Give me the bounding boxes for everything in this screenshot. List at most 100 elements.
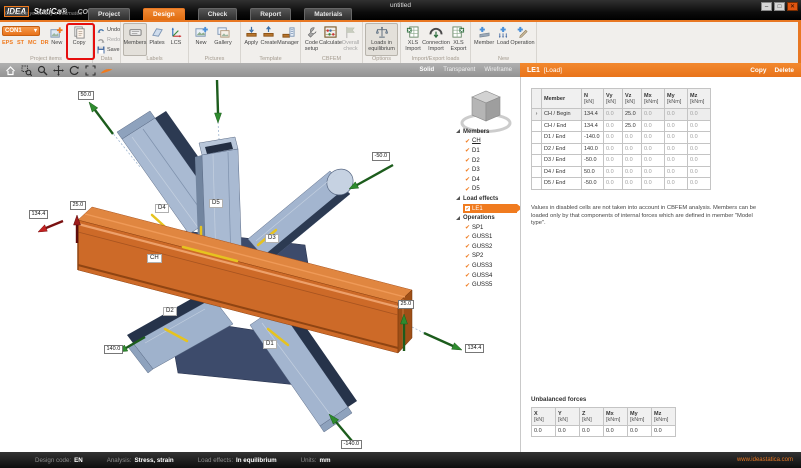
- tree-header-operations[interactable]: Operations: [456, 213, 520, 223]
- labels-lcs-button[interactable]: LCS: [167, 23, 185, 56]
- website-link[interactable]: www.ideastatica.com: [737, 457, 793, 463]
- xls-import-button[interactable]: XLS Import: [403, 23, 423, 56]
- template-manager-button[interactable]: Manager: [278, 23, 298, 56]
- tab-report[interactable]: Report: [250, 8, 291, 20]
- new-member-button[interactable]: Member: [473, 23, 495, 56]
- check-icon[interactable]: ✔: [465, 186, 470, 193]
- tree-item-guss4[interactable]: ✔GUSS4: [456, 271, 520, 281]
- tree-item-guss1[interactable]: ✔GUSS1: [456, 232, 520, 242]
- picture-new-button[interactable]: New: [191, 23, 211, 56]
- view-mode-wireframe[interactable]: Wireframe: [484, 67, 512, 73]
- maximize-button[interactable]: □: [774, 2, 785, 11]
- group-cbfem: Code setup Calculate Overall check CBFEM: [301, 22, 363, 63]
- check-icon[interactable]: ✔: [465, 243, 470, 250]
- tab-design[interactable]: Design: [143, 8, 185, 20]
- table-row[interactable]: D3 / End-50.0 0.00.0 0.00.0 0.0: [532, 155, 711, 167]
- picture-gallery-button[interactable]: Gallery: [211, 23, 235, 56]
- tree-item-d3[interactable]: ✔D3: [456, 165, 520, 175]
- tree-item-ch[interactable]: ✔CH: [456, 137, 520, 147]
- connection-import-button[interactable]: Connection Import: [423, 23, 449, 56]
- new-operation-button[interactable]: Operation: [511, 23, 534, 56]
- tree-item-guss2[interactable]: ✔GUSS2: [456, 242, 520, 252]
- render-paint-button[interactable]: [100, 64, 113, 76]
- template-create-button[interactable]: Create: [259, 23, 278, 56]
- check-icon[interactable]: ✔: [465, 157, 470, 164]
- copy-item-button[interactable]: Copy: [68, 23, 90, 56]
- tree-item-sp2[interactable]: ✔SP2: [456, 252, 520, 262]
- table-row[interactable]: › CH / Begin134.4 0.025.0 0.00.0 0.0: [532, 109, 711, 121]
- mode-st[interactable]: ST: [17, 40, 24, 46]
- view-mode-transparent[interactable]: Transparent: [443, 67, 475, 73]
- 3d-viewport[interactable]: D4 D5 D3 CH D2 D1 50.0 -50.0 134.4 25.0 …: [0, 77, 520, 452]
- xls-export-button[interactable]: XLS Export: [449, 23, 468, 56]
- member-label-d4[interactable]: D4: [155, 204, 169, 213]
- check-icon[interactable]: ✔: [465, 282, 470, 289]
- check-icon[interactable]: ✔: [465, 272, 470, 279]
- check-icon[interactable]: ✔: [465, 167, 470, 174]
- table-row[interactable]: D2 / End140.0 0.00.0 0.00.0 0.0: [532, 143, 711, 155]
- check-icon[interactable]: ✔: [465, 176, 470, 183]
- save-button[interactable]: Save: [95, 45, 122, 55]
- redo-button[interactable]: Redo: [95, 35, 122, 45]
- table-row[interactable]: CH / End134.4 0.025.0 0.00.0 0.0: [532, 120, 711, 132]
- tab-check[interactable]: Check: [198, 8, 238, 20]
- checkbox-icon[interactable]: ✔: [465, 206, 470, 211]
- tree-item-d2[interactable]: ✔D2: [456, 156, 520, 166]
- panel-copy-button[interactable]: Copy: [750, 67, 766, 74]
- mode-eps[interactable]: EPS: [2, 40, 13, 46]
- load-value-d3: -50.0: [372, 152, 390, 161]
- member-label-d3[interactable]: D3: [265, 234, 279, 243]
- tree-item-guss3[interactable]: ✔GUSS3: [456, 261, 520, 271]
- tree-header-members[interactable]: Members: [456, 127, 520, 137]
- tab-project[interactable]: Project: [88, 8, 130, 20]
- labels-plates-button[interactable]: Plates: [147, 23, 167, 56]
- tree-item-d5[interactable]: ✔D5: [456, 185, 520, 195]
- zoom-button[interactable]: [36, 64, 49, 76]
- 3d-model-scene[interactable]: [0, 77, 520, 452]
- table-row[interactable]: D5 / End-50.0 0.00.0 0.00.0 0.0: [532, 178, 711, 190]
- member-label-ch[interactable]: CH: [147, 254, 162, 263]
- connection-item-selector[interactable]: CON1 ▾: [2, 26, 40, 36]
- calculate-button[interactable]: Calculate: [320, 23, 341, 56]
- template-apply-button[interactable]: Apply: [243, 23, 259, 56]
- overall-check-button[interactable]: Overall check: [341, 23, 360, 56]
- loads-in-equilibrium-button[interactable]: Loads in equilibrium: [365, 23, 398, 56]
- tree-item-d4[interactable]: ✔D4: [456, 175, 520, 185]
- code-setup-button[interactable]: Code setup: [303, 23, 320, 56]
- check-icon[interactable]: ✔: [465, 224, 470, 231]
- mode-mc[interactable]: MC: [28, 40, 37, 46]
- check-icon[interactable]: ✔: [465, 253, 470, 260]
- tree-item-sp1[interactable]: ✔SP1: [456, 223, 520, 233]
- check-icon[interactable]: ✔: [465, 263, 470, 270]
- view-mode-solid[interactable]: Solid: [420, 67, 435, 73]
- pan-button[interactable]: [52, 64, 65, 76]
- minimize-button[interactable]: –: [761, 2, 772, 11]
- new-load-button[interactable]: Load: [495, 23, 511, 56]
- rotate-button[interactable]: [68, 64, 81, 76]
- new-picture-icon: [195, 25, 208, 40]
- tab-materials[interactable]: Materials: [304, 8, 352, 20]
- internal-forces-table[interactable]: Member N[kN] Vy[kN] Vz[kN] Mx[kNm] My[kN…: [531, 88, 711, 190]
- table-row[interactable]: D4 / End50.0 0.00.0 0.00.0 0.0: [532, 166, 711, 178]
- check-icon[interactable]: ✔: [465, 147, 470, 154]
- panel-delete-button[interactable]: Delete: [774, 67, 794, 74]
- mode-dr[interactable]: DR: [41, 40, 49, 46]
- new-item-button[interactable]: New: [49, 23, 66, 56]
- check-icon[interactable]: ✔: [465, 138, 470, 145]
- check-icon[interactable]: ✔: [465, 234, 470, 241]
- labels-members-button[interactable]: Members: [123, 23, 147, 56]
- table-row[interactable]: D1 / End-140.0 0.00.0 0.00.0 0.0: [532, 132, 711, 144]
- tree-item-guss5[interactable]: ✔GUSS5: [456, 280, 520, 290]
- tree-item-le1-selected[interactable]: ✔LE1: [463, 204, 517, 213]
- zoom-window-button[interactable]: [20, 64, 33, 76]
- zoom-fit-button[interactable]: [84, 64, 97, 76]
- view-cube[interactable]: [462, 91, 510, 132]
- member-label-d5[interactable]: D5: [209, 199, 223, 208]
- undo-button[interactable]: Undo: [95, 25, 122, 35]
- tree-item-d1[interactable]: ✔D1: [456, 146, 520, 156]
- close-button[interactable]: ✕: [787, 2, 798, 11]
- member-label-d2[interactable]: D2: [163, 307, 177, 316]
- tree-header-load-effects[interactable]: Load effects: [456, 194, 520, 204]
- member-label-d1[interactable]: D1: [263, 340, 277, 349]
- home-view-button[interactable]: [4, 64, 17, 76]
